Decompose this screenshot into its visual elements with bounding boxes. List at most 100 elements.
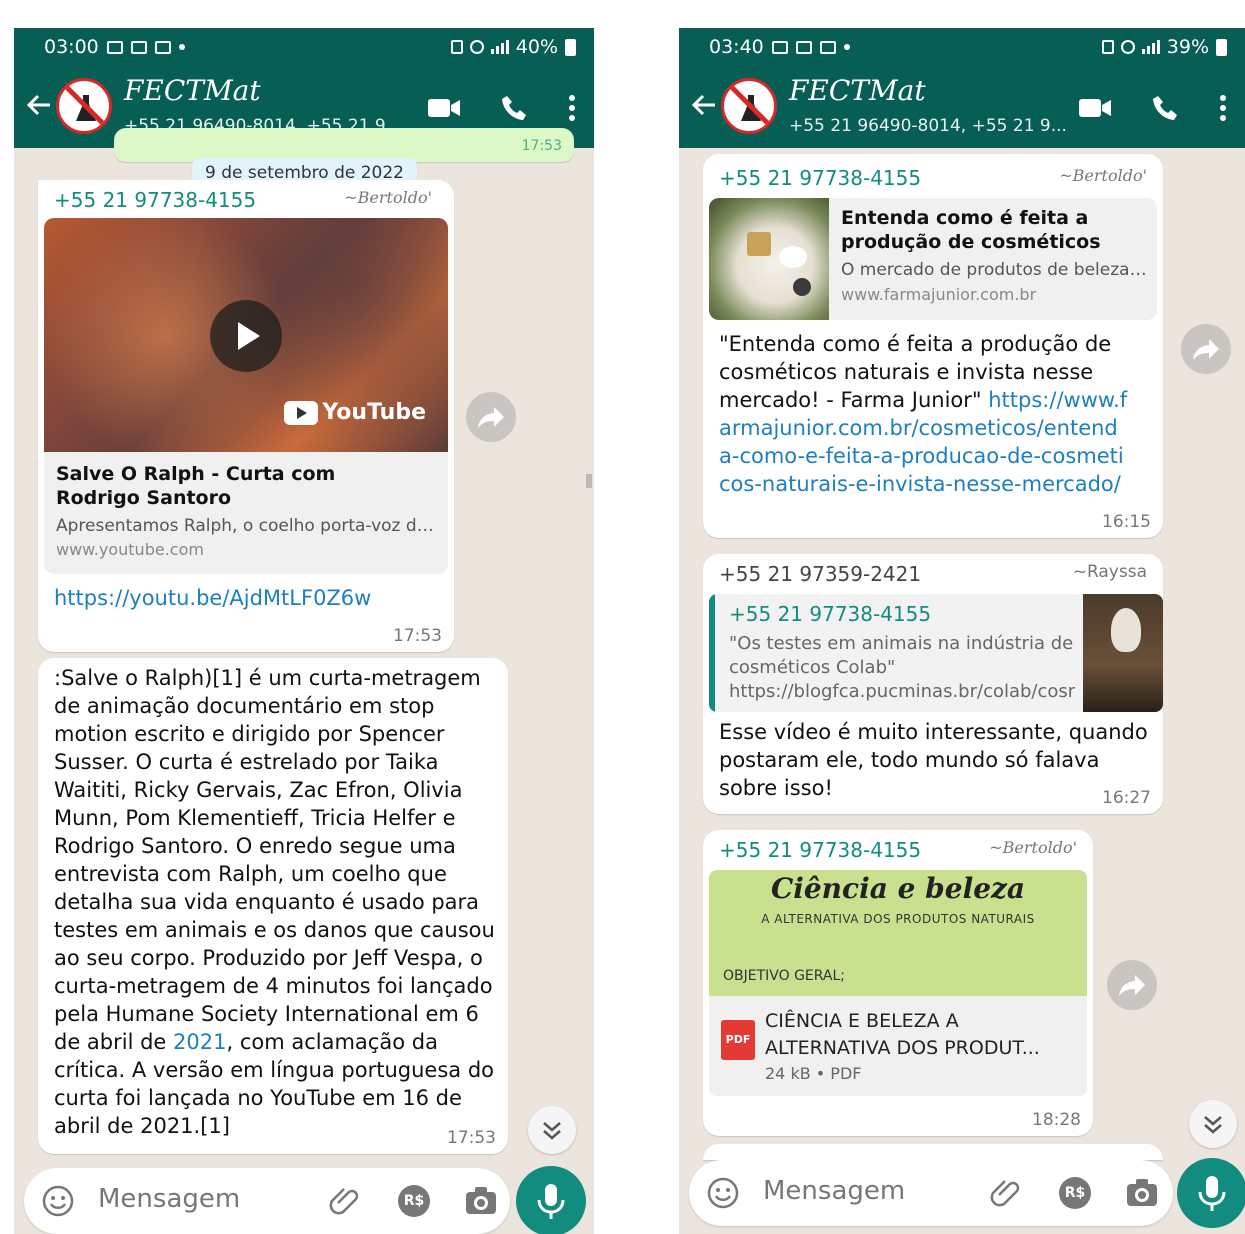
video-thumbnail[interactable]: YouTube <box>44 218 448 452</box>
message-bubble[interactable]: +55 21 97738-4155 ~Bertoldo' Ciência e b… <box>703 830 1093 1136</box>
message-text[interactable]: :Salve o Ralph)[1] é um curta-metragem d… <box>54 664 500 1140</box>
preview-title: Entenda como é feita a produção de cosmé… <box>841 207 1101 256</box>
camera-icon[interactable] <box>1125 1177 1159 1209</box>
payment-icon[interactable]: R$ <box>1059 1177 1091 1209</box>
file-name: CIÊNCIA E BELEZA A ALTERNATIVA DOS PRODU… <box>765 1010 1040 1059</box>
chat-title[interactable]: FECTMat <box>124 74 261 107</box>
lock-icon <box>1101 40 1114 54</box>
sender-pushname: ~Bertoldo' <box>989 838 1077 857</box>
forward-icon <box>1193 339 1219 360</box>
voice-call-icon[interactable] <box>1151 94 1179 122</box>
voice-message-button[interactable] <box>516 1166 586 1234</box>
document-subtitle: A ALTERNATIVA DOS PRODUTOS NATURAIS <box>761 912 1035 926</box>
voice-call-icon[interactable] <box>500 94 528 122</box>
sender-pushname: ~Bertoldo' <box>1059 166 1147 185</box>
sender-pushname: ~Bertoldo' <box>344 188 432 207</box>
preview-domain: www.farmajunior.com.br <box>841 285 1037 304</box>
message-link[interactable]: 2021 <box>173 1030 226 1054</box>
notification-icon <box>130 40 147 54</box>
lock-icon <box>450 40 463 54</box>
preview-title: Salve O Ralph - Curta com Rodrigo Santor… <box>56 463 336 509</box>
status-bar: 03:00 40% <box>14 28 594 66</box>
notification-icon <box>154 40 171 54</box>
pdf-icon: PDF <box>721 1020 755 1060</box>
back-arrow-icon[interactable] <box>24 90 54 120</box>
double-chevron-down-icon <box>1204 1116 1222 1134</box>
attach-icon[interactable] <box>328 1183 364 1219</box>
quoted-thumbnail <box>1083 594 1163 712</box>
microphone-icon <box>1198 1176 1226 1211</box>
video-call-icon[interactable] <box>428 97 460 119</box>
emoji-icon[interactable] <box>42 1185 74 1217</box>
more-options-icon[interactable] <box>1219 94 1227 122</box>
group-avatar[interactable] <box>721 78 777 134</box>
message-input[interactable]: Mensagem <box>98 1184 240 1214</box>
payment-icon[interactable]: R$ <box>398 1185 430 1217</box>
message-time: 16:15 <box>1102 512 1151 532</box>
gallery-notification-icon <box>106 40 123 54</box>
next-message <box>703 1144 1163 1160</box>
document-preview[interactable]: Ciência e beleza A ALTERNATIVA DOS PRODU… <box>709 870 1087 996</box>
file-meta: 24 kB • PDF <box>765 1064 862 1083</box>
play-button-icon[interactable] <box>210 300 282 372</box>
battery-percent: 39% <box>1166 36 1209 58</box>
document-file[interactable]: PDF CIÊNCIA E BELEZA A ALTERNATIVA DOS P… <box>709 996 1087 1096</box>
message-bubble[interactable]: +55 21 97738-4155 ~Bertoldo' YouTube Sal… <box>38 180 454 652</box>
message-time: 17:53 <box>447 1128 496 1148</box>
forward-button[interactable] <box>1181 324 1231 374</box>
message-input-bar[interactable]: Mensagem R$ <box>24 1168 510 1234</box>
document-title: Ciência e beleza <box>770 872 1026 905</box>
microphone-icon <box>537 1184 565 1219</box>
message-bubble[interactable]: :Salve o Ralph)[1] é um curta-metragem d… <box>38 658 508 1154</box>
clock: 03:40 <box>709 36 764 58</box>
back-arrow-icon[interactable] <box>689 90 719 120</box>
youtube-logo: YouTube <box>284 400 426 425</box>
double-chevron-down-icon <box>543 1122 561 1140</box>
preview-thumbnail <box>709 198 829 320</box>
left-screenshot: 03:00 40% FECTMat +55 21 96490-8014, +55… <box>14 28 594 1234</box>
scroll-to-bottom-button[interactable] <box>528 1106 576 1154</box>
message-time: 17:53 <box>521 138 562 154</box>
quoted-message[interactable]: +55 21 97738-4155 "Os testes em animais … <box>709 594 1163 712</box>
link-preview[interactable]: YouTube Salve O Ralph - Curta com Rodrig… <box>44 218 448 574</box>
gallery-notification-icon <box>771 40 788 54</box>
attach-icon[interactable] <box>989 1175 1025 1211</box>
battery-percent: 40% <box>515 36 558 58</box>
scroll-to-bottom-button[interactable] <box>1189 1100 1237 1148</box>
youtube-wordmark: YouTube <box>322 400 426 425</box>
preview-description: O mercado de produtos de beleza é ... <box>841 260 1149 280</box>
more-notifications-icon <box>843 44 850 50</box>
message-text[interactable]: Esse vídeo é muito interessante, quando … <box>719 718 1159 802</box>
signal-icon <box>490 40 509 54</box>
sender-number[interactable]: +55 21 97738-4155 <box>54 188 256 212</box>
previous-message: 17:53 <box>114 128 574 162</box>
sender-number[interactable]: +55 21 97738-4155 <box>719 838 921 862</box>
sender-number[interactable]: +55 21 97738-4155 <box>719 166 921 190</box>
emoji-icon[interactable] <box>707 1177 739 1209</box>
sender-number[interactable]: +55 21 97359-2421 <box>719 562 921 586</box>
message-text[interactable]: "Entenda como é feita a produção de cosm… <box>719 330 1129 498</box>
preview-description: Apresentamos Ralph, o coelho porta-voz d… <box>56 516 440 536</box>
message-link[interactable]: https://youtu.be/AjdMtLF0Z6w <box>54 586 371 610</box>
more-options-icon[interactable] <box>568 94 576 122</box>
message-time: 18:28 <box>1032 1110 1081 1130</box>
signal-icon <box>1141 40 1160 54</box>
battery-icon <box>565 38 576 56</box>
message-input[interactable]: Mensagem <box>763 1176 905 1206</box>
voice-message-button[interactable] <box>1177 1158 1245 1228</box>
youtube-play-icon <box>284 400 319 425</box>
forward-icon <box>1119 975 1145 996</box>
camera-icon[interactable] <box>464 1185 498 1217</box>
chat-participants[interactable]: +55 21 96490-8014, +55 21 9... <box>789 116 1067 136</box>
message-bubble[interactable]: +55 21 97359-2421 ~Rayssa +55 21 97738-4… <box>703 554 1163 814</box>
link-preview[interactable]: Entenda como é feita a produção de cosmé… <box>709 198 1157 320</box>
scrollbar-thumb[interactable] <box>586 474 592 488</box>
video-call-icon[interactable] <box>1079 97 1111 119</box>
message-time: 17:53 <box>393 626 442 646</box>
forward-button[interactable] <box>1107 960 1157 1010</box>
chat-title[interactable]: FECTMat <box>789 74 926 107</box>
forward-button[interactable] <box>466 392 516 442</box>
message-input-bar[interactable]: Mensagem R$ <box>689 1160 1173 1226</box>
group-avatar[interactable] <box>56 78 112 134</box>
message-bubble[interactable]: +55 21 97738-4155 ~Bertoldo' Entenda com… <box>703 154 1163 538</box>
